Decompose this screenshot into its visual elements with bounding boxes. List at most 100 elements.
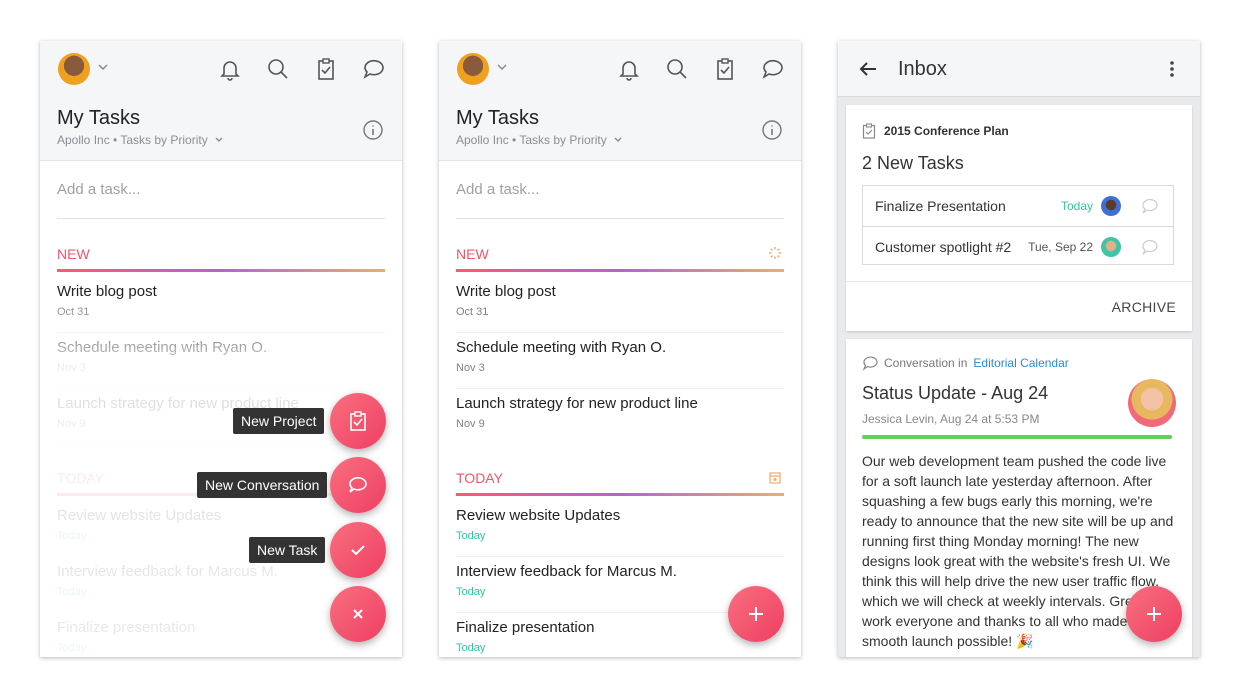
chat-icon[interactable] — [360, 55, 388, 83]
app-bar: Inbox — [838, 41, 1200, 97]
info-icon[interactable] — [362, 119, 384, 141]
new-project-label[interactable]: New Project — [233, 408, 325, 434]
assignee-avatar — [1101, 196, 1121, 216]
clipboard-check-icon[interactable] — [312, 55, 340, 83]
task-name: Interview feedback for Marcus M. — [456, 563, 677, 580]
divider — [846, 281, 1192, 282]
workspace-label: Apollo Inc • Tasks by Priority — [456, 133, 607, 147]
plus-icon — [749, 607, 763, 621]
task-row[interactable]: Review website Updates Today — [456, 501, 784, 557]
chat-icon — [862, 356, 878, 371]
task-date: Oct 31 — [456, 306, 489, 318]
user-avatar[interactable] — [457, 53, 489, 85]
chat-icon[interactable] — [759, 55, 787, 83]
plus-icon — [1147, 607, 1161, 621]
task-list: Finalize Presentation Today Customer spo… — [862, 185, 1174, 265]
new-conversation-label[interactable]: New Conversation — [197, 472, 328, 498]
task-row[interactable]: Launch strategy for new product line Nov… — [456, 389, 784, 445]
inbox-card-tasks[interactable]: 2015 Conference Plan 2 New Tasks Finaliz… — [846, 105, 1192, 331]
tasks-screen: My Tasks Apollo Inc • Tasks by Priority … — [439, 41, 801, 657]
section-header-new: NEW — [57, 246, 385, 272]
more-vertical-icon[interactable] — [1160, 57, 1184, 81]
task-name: Review website Updates — [456, 507, 621, 524]
assignee-avatar — [1101, 237, 1121, 257]
workspace-selector[interactable]: Apollo Inc • Tasks by Priority — [456, 133, 623, 147]
new-conversation-button[interactable] — [330, 457, 386, 513]
status-title: Status Update - Aug 24 — [862, 383, 1049, 403]
section-divider — [456, 493, 784, 496]
chevron-down-icon — [614, 137, 622, 142]
page-title: Inbox — [898, 58, 947, 80]
add-task-input[interactable]: Add a task... — [456, 181, 784, 219]
workspace-selector[interactable]: Apollo Inc • Tasks by Priority — [57, 133, 224, 147]
task-name: Finalize presentation — [456, 619, 595, 636]
section-label: NEW — [57, 246, 90, 262]
task-date: Today — [456, 642, 486, 654]
conversation-prefix: Conversation in — [884, 356, 968, 370]
workspace-label: Apollo Inc • Tasks by Priority — [57, 133, 208, 147]
section-divider — [57, 269, 385, 272]
top-bar: My Tasks Apollo Inc • Tasks by Priority — [40, 41, 402, 161]
task-date: Nov 3 — [456, 362, 485, 374]
task-name: Finalize Presentation — [875, 198, 1006, 214]
chat-icon — [349, 477, 367, 493]
project-link[interactable]: Editorial Calendar — [973, 356, 1068, 370]
task-name: Customer spotlight #2 — [875, 239, 1012, 255]
task-date: Nov 9 — [456, 418, 485, 430]
clipboard-check-icon — [862, 123, 876, 139]
add-task-input[interactable]: Add a task... — [57, 181, 385, 219]
list-item[interactable]: Customer spotlight #2 Tue, Sep 22 — [863, 226, 1173, 266]
inbox-screen: Inbox 2015 Conference Plan 2 New Tasks F… — [838, 41, 1200, 657]
bell-icon[interactable] — [615, 55, 643, 83]
clipboard-check-icon — [350, 411, 366, 431]
new-project-button[interactable] — [330, 393, 386, 449]
clipboard-check-icon[interactable] — [711, 55, 739, 83]
checkmark-icon — [351, 545, 365, 556]
new-task-label[interactable]: New Task — [249, 537, 326, 563]
task-name: Schedule meeting with Ryan O. — [456, 339, 667, 356]
back-arrow-icon[interactable] — [856, 57, 880, 81]
add-button[interactable] — [728, 586, 784, 642]
add-button[interactable] — [1126, 586, 1182, 642]
section-label: NEW — [456, 246, 489, 262]
card-heading: 2 New Tasks — [862, 153, 964, 173]
section-header-today: TODAY — [456, 470, 784, 496]
calendar-star-icon — [769, 472, 781, 484]
chevron-down-icon[interactable] — [496, 61, 508, 73]
project-name: 2015 Conference Plan — [884, 124, 1009, 138]
comment-icon[interactable] — [1141, 197, 1159, 215]
task-date: Today — [456, 530, 486, 542]
project-row: 2015 Conference Plan — [862, 123, 1009, 139]
task-date: Tue, Sep 22 — [1028, 240, 1093, 254]
search-icon[interactable] — [264, 55, 292, 83]
loading-spinner-icon — [769, 247, 781, 259]
author-avatar — [1128, 379, 1176, 427]
close-menu-button[interactable] — [330, 586, 386, 642]
top-bar: My Tasks Apollo Inc • Tasks by Priority — [439, 41, 801, 161]
bell-icon[interactable] — [216, 55, 244, 83]
status-meta: Jessica Levin, Aug 24 at 5:53 PM — [862, 412, 1040, 426]
task-row[interactable]: Schedule meeting with Ryan O. Nov 3 — [456, 333, 784, 389]
task-date: Today — [456, 586, 486, 598]
section-header-new: NEW — [456, 246, 784, 272]
search-icon[interactable] — [663, 55, 691, 83]
conversation-context: Conversation in Editorial Calendar — [862, 355, 1069, 371]
task-name: Launch strategy for new product line — [456, 395, 698, 412]
close-icon — [353, 609, 363, 619]
section-divider — [456, 269, 784, 272]
info-icon[interactable] — [761, 119, 783, 141]
archive-button[interactable]: ARCHIVE — [1112, 299, 1176, 315]
comment-icon[interactable] — [1141, 238, 1159, 256]
chevron-down-icon — [215, 137, 223, 142]
task-row[interactable]: Write blog post Oct 31 — [456, 277, 784, 333]
user-avatar[interactable] — [58, 53, 90, 85]
task-date: Today — [1060, 199, 1093, 213]
new-task-button[interactable] — [330, 522, 386, 578]
section-label: TODAY — [456, 470, 503, 486]
list-item[interactable]: Finalize Presentation Today — [863, 186, 1173, 226]
chevron-down-icon[interactable] — [97, 61, 109, 73]
status-indicator-bar — [862, 435, 1172, 439]
task-name: Write blog post — [456, 283, 556, 300]
page-title: My Tasks — [57, 107, 140, 129]
page-title: My Tasks — [456, 107, 539, 129]
